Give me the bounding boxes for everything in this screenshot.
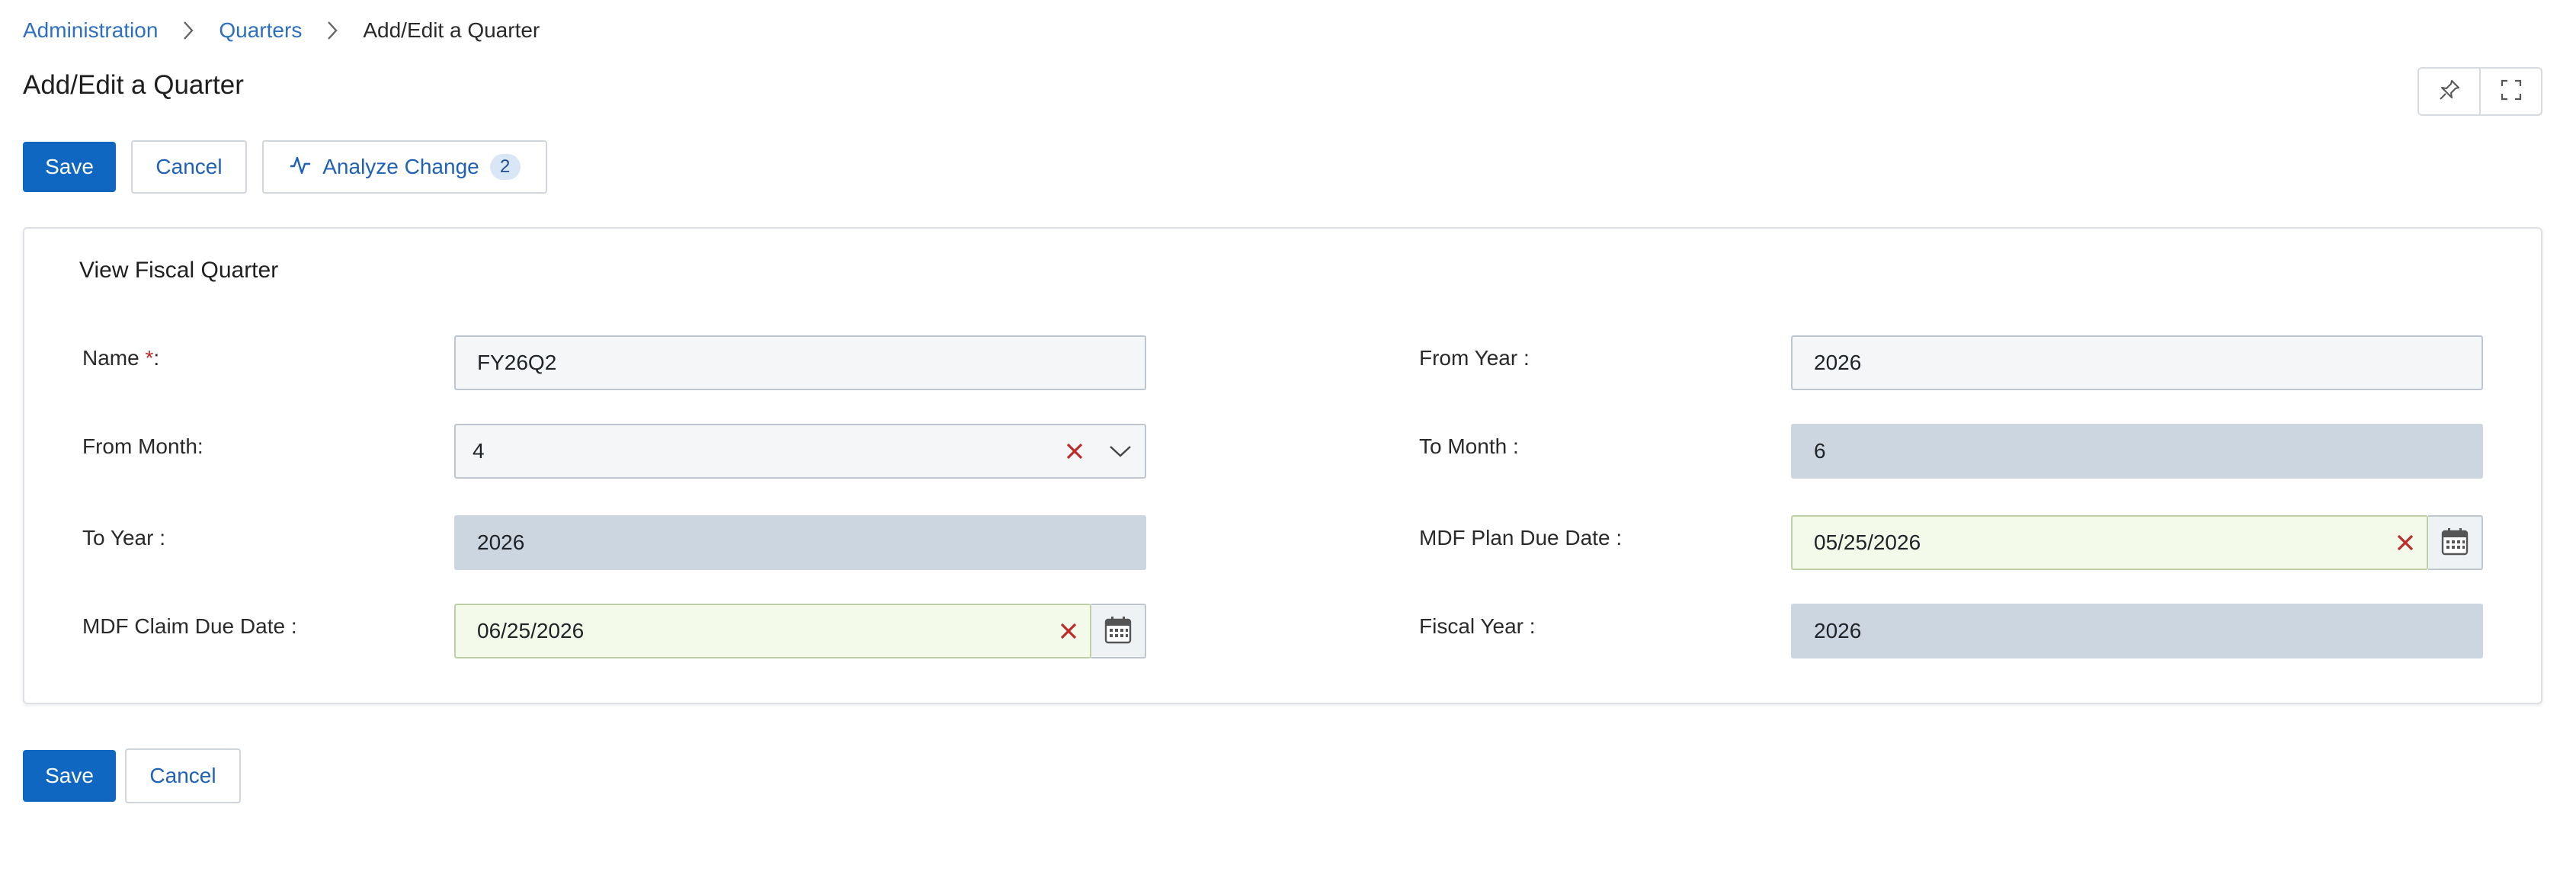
mdf-claim-due-date-input[interactable]: 06/25/2026 xyxy=(454,604,1091,658)
clear-icon[interactable] xyxy=(2384,517,2427,569)
section-title: View Fiscal Quarter xyxy=(79,258,279,283)
to-month-label: To Month : xyxy=(1419,434,1519,458)
analyze-change-label: Analyze Change xyxy=(322,155,479,178)
name-label: Name *: xyxy=(82,346,160,370)
change-count-badge: 2 xyxy=(489,154,521,180)
mdf-plan-calendar-button[interactable] xyxy=(2428,515,2483,570)
required-marker: * xyxy=(145,346,154,370)
cancel-button[interactable]: Cancel xyxy=(131,140,247,194)
calendar-icon xyxy=(1103,614,1133,649)
mdf-claim-due-date-label: MDF Claim Due Date : xyxy=(82,614,297,638)
fullscreen-icon xyxy=(2500,79,2523,105)
from-month-select[interactable]: 4 xyxy=(454,424,1146,479)
mdf-plan-due-date-input[interactable]: 05/25/2026 xyxy=(1791,515,2428,570)
fiscal-year-field: 2026 xyxy=(1791,604,2483,658)
clear-icon[interactable] xyxy=(1053,425,1096,477)
footer-save-button[interactable]: Save xyxy=(23,750,116,802)
fiscal-year-label: Fiscal Year : xyxy=(1419,614,1536,638)
chevron-down-icon[interactable] xyxy=(1096,425,1145,477)
from-year-input[interactable]: 2026 xyxy=(1791,335,2483,390)
analyze-change-button[interactable]: Analyze Change 2 xyxy=(262,140,547,194)
from-month-label: From Month: xyxy=(82,434,203,458)
breadcrumb-current: Add/Edit a Quarter xyxy=(363,18,540,42)
to-year-field: 2026 xyxy=(454,515,1146,570)
corner-tools xyxy=(2417,67,2542,116)
save-button[interactable]: Save xyxy=(23,142,116,192)
breadcrumb-quarters[interactable]: Quarters xyxy=(219,18,302,43)
calendar-icon xyxy=(2440,526,2470,560)
mdf-plan-due-date-label: MDF Plan Due Date : xyxy=(1419,526,1623,550)
pin-button[interactable] xyxy=(2419,69,2479,114)
page-title: Add/Edit a Quarter xyxy=(23,70,244,100)
footer-cancel-button[interactable]: Cancel xyxy=(125,748,241,803)
mdf-claim-calendar-button[interactable] xyxy=(1091,604,1146,658)
to-month-field: 6 xyxy=(1791,424,2483,479)
chevron-right-icon xyxy=(302,15,363,46)
pin-icon xyxy=(2438,79,2461,105)
name-input[interactable]: FY26Q2 xyxy=(454,335,1146,390)
from-year-label: From Year : xyxy=(1419,346,1530,370)
clear-icon[interactable] xyxy=(1047,605,1090,657)
activity-icon xyxy=(289,153,312,181)
breadcrumb: Administration Quarters Add/Edit a Quart… xyxy=(23,15,540,46)
breadcrumb-administration[interactable]: Administration xyxy=(23,18,158,43)
to-year-label: To Year : xyxy=(82,526,165,550)
chevron-right-icon xyxy=(158,15,219,46)
fullscreen-button[interactable] xyxy=(2479,69,2541,114)
